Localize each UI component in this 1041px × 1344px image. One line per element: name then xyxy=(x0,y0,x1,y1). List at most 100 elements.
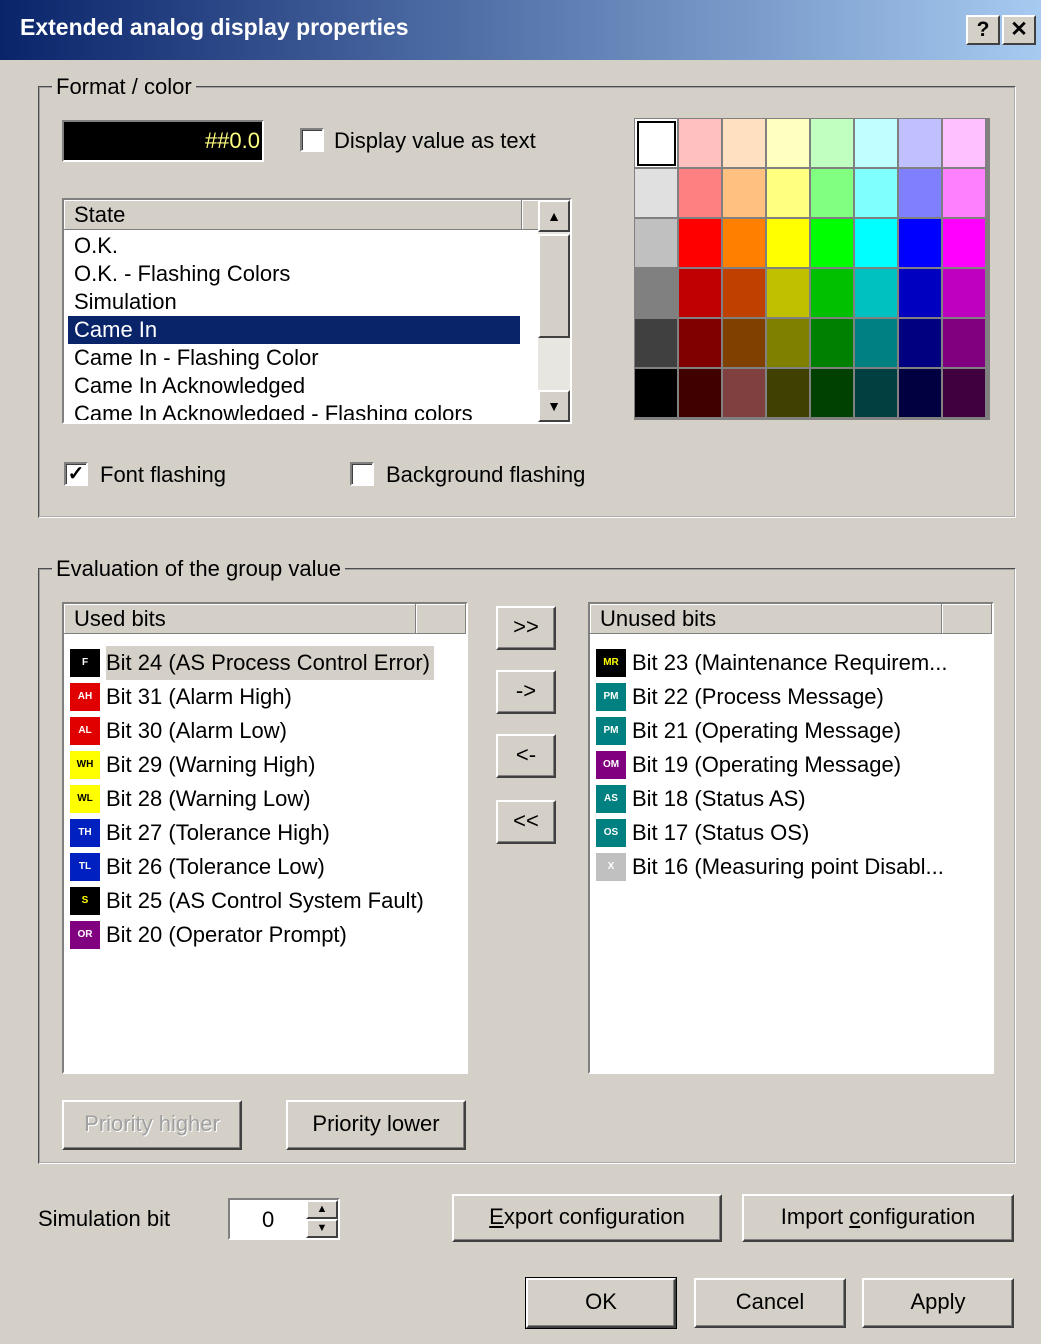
palette-swatch[interactable] xyxy=(767,319,810,368)
palette-swatch[interactable] xyxy=(679,319,722,368)
used-bits-header[interactable]: Used bits xyxy=(64,604,416,634)
palette-swatch[interactable] xyxy=(855,269,898,318)
palette-swatch[interactable] xyxy=(943,219,986,268)
close-button[interactable]: ✕ xyxy=(1002,15,1036,45)
palette-swatch[interactable] xyxy=(811,219,854,268)
bit-list-item[interactable]: OR Bit 20 (Operator Prompt) xyxy=(66,918,464,952)
palette-swatch[interactable] xyxy=(899,269,942,318)
palette-swatch[interactable] xyxy=(899,169,942,218)
bit-list-item[interactable]: F Bit 24 (AS Process Control Error) xyxy=(66,646,464,680)
help-button[interactable]: ? xyxy=(966,15,1000,45)
palette-swatch[interactable] xyxy=(679,119,722,168)
palette-swatch[interactable] xyxy=(635,369,678,418)
bit-list-item[interactable]: PM Bit 22 (Process Message) xyxy=(592,680,990,714)
bit-list-item[interactable]: OS Bit 17 (Status OS) xyxy=(592,816,990,850)
state-item-came-in-ack[interactable]: Came In Acknowledged xyxy=(68,372,520,400)
palette-swatch[interactable] xyxy=(767,219,810,268)
state-item-simulation[interactable]: Simulation xyxy=(68,288,520,316)
move-all-left-button[interactable]: << xyxy=(496,800,556,844)
palette-swatch[interactable] xyxy=(767,119,810,168)
palette-swatch[interactable] xyxy=(811,269,854,318)
scroll-down-button[interactable]: ▼ xyxy=(538,390,570,422)
state-item-came-in-ack-flashing[interactable]: Came In Acknowledged - Flashing colors xyxy=(68,400,520,420)
simulation-bit-spinner[interactable]: 0 ▲ ▼ xyxy=(228,1198,340,1240)
priority-lower-button[interactable]: Priority lower xyxy=(286,1100,466,1150)
palette-swatch[interactable] xyxy=(899,119,942,168)
palette-swatch[interactable] xyxy=(855,219,898,268)
state-item-came-in[interactable]: Came In xyxy=(68,316,520,344)
palette-swatch[interactable] xyxy=(811,319,854,368)
bit-list-item[interactable]: MR Bit 23 (Maintenance Requirem... xyxy=(592,646,990,680)
palette-swatch[interactable] xyxy=(723,219,766,268)
palette-swatch[interactable] xyxy=(767,269,810,318)
display-as-text-checkbox[interactable] xyxy=(300,128,324,152)
palette-swatch[interactable] xyxy=(679,169,722,218)
bit-list-item[interactable]: TL Bit 26 (Tolerance Low) xyxy=(66,850,464,884)
cancel-button[interactable]: Cancel xyxy=(694,1278,846,1328)
palette-swatch[interactable] xyxy=(767,369,810,418)
palette-swatch[interactable] xyxy=(811,169,854,218)
palette-swatch[interactable] xyxy=(943,319,986,368)
palette-swatch[interactable] xyxy=(899,369,942,418)
spin-down-button[interactable]: ▼ xyxy=(306,1219,338,1238)
move-all-right-button[interactable]: >> xyxy=(496,606,556,650)
palette-swatch[interactable] xyxy=(855,369,898,418)
state-item-ok[interactable]: O.K. xyxy=(68,232,520,260)
bit-list-item[interactable]: PM Bit 21 (Operating Message) xyxy=(592,714,990,748)
palette-swatch[interactable] xyxy=(679,269,722,318)
palette-swatch[interactable] xyxy=(635,319,678,368)
bit-list-item[interactable]: AL Bit 30 (Alarm Low) xyxy=(66,714,464,748)
unused-bits-header[interactable]: Unused bits xyxy=(590,604,942,634)
spin-up-button[interactable]: ▲ xyxy=(306,1200,338,1219)
move-left-button[interactable]: <- xyxy=(496,734,556,778)
palette-swatch[interactable] xyxy=(899,319,942,368)
palette-swatch[interactable] xyxy=(943,369,986,418)
move-right-button[interactable]: -> xyxy=(496,670,556,714)
palette-swatch[interactable] xyxy=(723,369,766,418)
bit-list-item[interactable]: S Bit 25 (AS Control System Fault) xyxy=(66,884,464,918)
unused-bits-list[interactable]: Unused bits MR Bit 23 (Maintenance Requir… xyxy=(588,602,994,1074)
state-item-came-in-flashing[interactable]: Came In - Flashing Color xyxy=(68,344,520,372)
state-list[interactable]: State O.K. O.K. - Flashing Colors Simula… xyxy=(62,198,572,424)
palette-swatch[interactable] xyxy=(811,369,854,418)
palette-swatch[interactable] xyxy=(679,219,722,268)
palette-swatch[interactable] xyxy=(943,119,986,168)
export-configuration-button[interactable]: Export configuration xyxy=(452,1194,722,1242)
bit-list-item[interactable]: AH Bit 31 (Alarm High) xyxy=(66,680,464,714)
font-flashing-checkbox[interactable]: ✓ xyxy=(64,462,88,486)
palette-swatch[interactable] xyxy=(679,369,722,418)
used-bits-list[interactable]: Used bits F Bit 24 (AS Process Control Er… xyxy=(62,602,468,1074)
bit-list-item[interactable]: WL Bit 28 (Warning Low) xyxy=(66,782,464,816)
apply-button[interactable]: Apply xyxy=(862,1278,1014,1328)
state-list-scrollbar[interactable]: ▲ ▼ xyxy=(538,200,570,422)
palette-swatch[interactable] xyxy=(635,269,678,318)
color-palette[interactable] xyxy=(634,118,990,420)
state-column-header[interactable]: State xyxy=(64,200,522,230)
palette-swatch[interactable] xyxy=(635,169,678,218)
palette-swatch[interactable] xyxy=(855,169,898,218)
palette-swatch[interactable] xyxy=(635,119,678,168)
palette-swatch[interactable] xyxy=(635,219,678,268)
palette-swatch[interactable] xyxy=(855,319,898,368)
palette-swatch[interactable] xyxy=(855,119,898,168)
background-flashing-checkbox[interactable] xyxy=(350,462,374,486)
palette-swatch[interactable] xyxy=(723,269,766,318)
bit-list-item[interactable]: OM Bit 19 (Operating Message) xyxy=(592,748,990,782)
state-item-ok-flashing[interactable]: O.K. - Flashing Colors xyxy=(68,260,520,288)
palette-swatch[interactable] xyxy=(899,219,942,268)
bit-list-item[interactable]: X Bit 16 (Measuring point Disabl... xyxy=(592,850,990,884)
bit-list-item[interactable]: AS Bit 18 (Status AS) xyxy=(592,782,990,816)
bit-list-item[interactable]: WH Bit 29 (Warning High) xyxy=(66,748,464,782)
priority-higher-button[interactable]: Priority higher xyxy=(62,1100,242,1150)
import-configuration-button[interactable]: Import configuration xyxy=(742,1194,1014,1242)
palette-swatch[interactable] xyxy=(811,119,854,168)
palette-swatch[interactable] xyxy=(723,319,766,368)
bit-list-item[interactable]: TH Bit 27 (Tolerance High) xyxy=(66,816,464,850)
palette-swatch[interactable] xyxy=(723,119,766,168)
scroll-up-button[interactable]: ▲ xyxy=(538,200,570,232)
format-preview-field[interactable]: ##0.0 xyxy=(62,120,264,162)
palette-swatch[interactable] xyxy=(723,169,766,218)
ok-button[interactable]: OK xyxy=(525,1277,677,1329)
palette-swatch[interactable] xyxy=(943,169,986,218)
palette-swatch[interactable] xyxy=(767,169,810,218)
